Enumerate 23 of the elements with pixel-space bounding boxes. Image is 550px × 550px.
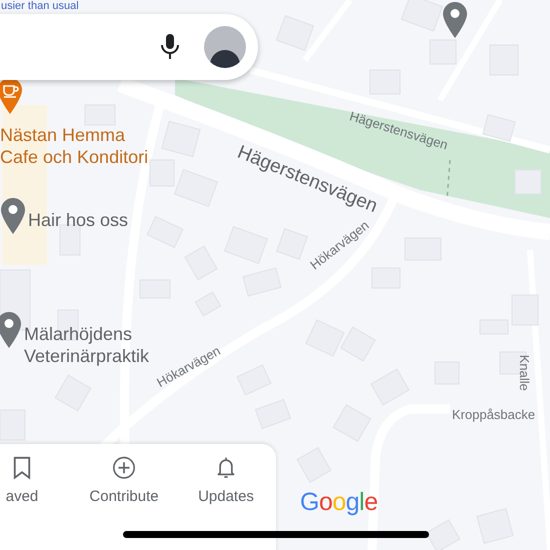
street-label: Knalle [516,354,533,391]
avatar-icon[interactable] [204,26,246,68]
building [514,170,542,194]
map-pin-icon[interactable] [0,312,21,348]
cafe-marker-icon[interactable] [0,78,22,114]
map-pin-icon[interactable] [443,2,467,38]
place-label[interactable]: Hair hos oss [28,209,128,231]
building [482,114,516,142]
nav-tab[interactable]: Contribute [84,456,164,508]
place-label[interactable]: Nästan Hemma Cafe och Konditori [0,124,148,168]
building [430,40,456,64]
place-label[interactable]: Mälarhöjdens Veterinärpraktik [24,323,150,367]
street-label: Kroppåsbacke [452,406,536,424]
building [512,294,538,326]
search-bar[interactable] [0,14,258,80]
nav-tab[interactable]: aved [0,456,62,508]
busy-status-text: usier than usual [1,0,79,12]
microphone-icon[interactable] [160,33,180,61]
building [161,120,201,158]
bookmark-icon [11,456,33,480]
map-pin-icon[interactable] [1,198,25,234]
nav-tab[interactable]: Updates [186,456,266,508]
google-logo: Google [300,487,378,518]
